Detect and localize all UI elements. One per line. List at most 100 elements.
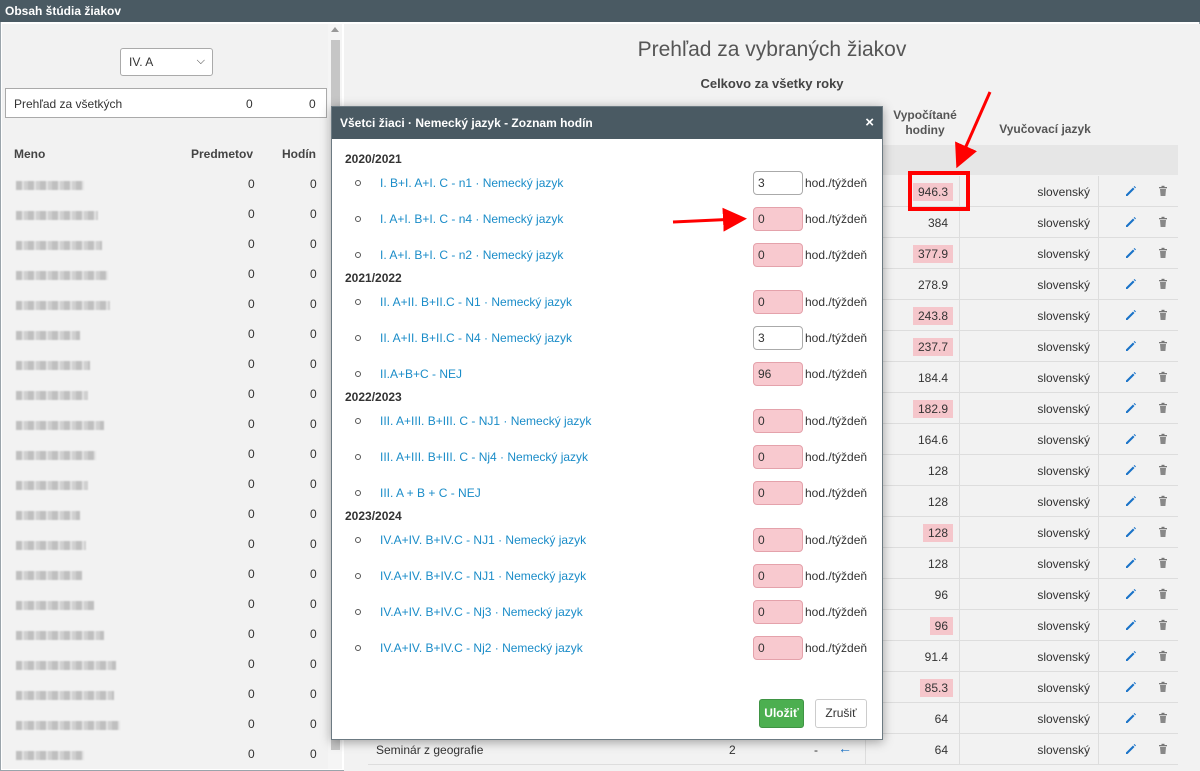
class-select[interactable]: IV. A ⌵ <box>120 48 213 76</box>
pencil-icon[interactable] <box>1124 742 1138 756</box>
pencil-icon[interactable] <box>1124 556 1138 570</box>
pencil-icon[interactable] <box>1124 618 1138 632</box>
pencil-icon[interactable] <box>1124 308 1138 322</box>
language-value: slovenský <box>1037 278 1090 292</box>
pencil-icon[interactable] <box>1124 246 1138 260</box>
hours-per-week-input[interactable] <box>753 207 803 231</box>
student-row[interactable]: 00 <box>2 350 328 380</box>
student-subjects: 0 <box>248 687 255 701</box>
pencil-icon[interactable] <box>1124 339 1138 353</box>
lesson-link[interactable]: II. A+II. B+II.C - N1 · Nemecký jazyk <box>380 295 572 309</box>
trash-icon[interactable] <box>1156 432 1170 446</box>
student-row[interactable]: 00 <box>2 500 328 530</box>
student-row[interactable]: 00 <box>2 440 328 470</box>
student-row[interactable]: 00 <box>2 410 328 440</box>
hours-per-week-input[interactable] <box>753 326 803 350</box>
pencil-icon[interactable] <box>1124 432 1138 446</box>
arrow-left-icon[interactable]: ← <box>838 740 852 756</box>
student-row[interactable]: 00 <box>2 680 328 710</box>
pencil-icon[interactable] <box>1124 649 1138 663</box>
trash-icon[interactable] <box>1156 339 1170 353</box>
lesson-link[interactable]: I. B+I. A+I. C - n1 · Nemecký jazyk <box>380 176 563 190</box>
lesson-link[interactable]: I. A+I. B+I. C - n2 · Nemecký jazyk <box>380 248 563 262</box>
trash-icon[interactable] <box>1156 308 1170 322</box>
lesson-link[interactable]: IV.A+IV. B+IV.C - Nj2 · Nemecký jazyk <box>380 641 583 655</box>
pencil-icon[interactable] <box>1124 184 1138 198</box>
pencil-icon[interactable] <box>1124 215 1138 229</box>
trash-icon[interactable] <box>1156 742 1170 756</box>
cancel-button[interactable]: Zrušiť <box>815 699 867 728</box>
lesson-link[interactable]: I. A+I. B+I. C - n4 · Nemecký jazyk <box>380 212 563 226</box>
hours-per-week-input[interactable] <box>753 290 803 314</box>
hours-per-week-input[interactable] <box>753 362 803 386</box>
trash-icon[interactable] <box>1156 184 1170 198</box>
lesson-link[interactable]: II. A+II. B+II.C - N4 · Nemecký jazyk <box>380 331 572 345</box>
trash-icon[interactable] <box>1156 711 1170 725</box>
trash-icon[interactable] <box>1156 525 1170 539</box>
student-row[interactable]: 00 <box>2 200 328 230</box>
hours-per-week-input[interactable] <box>753 445 803 469</box>
student-name-redacted <box>16 241 102 250</box>
trash-icon[interactable] <box>1156 556 1170 570</box>
trash-icon[interactable] <box>1156 215 1170 229</box>
pencil-icon[interactable] <box>1124 370 1138 384</box>
computed-hours-value: 85.3 <box>919 679 953 697</box>
pencil-icon[interactable] <box>1124 711 1138 725</box>
hours-per-week-input[interactable] <box>753 171 803 195</box>
lesson-link[interactable]: IV.A+IV. B+IV.C - NJ1 · Nemecký jazyk <box>380 533 586 547</box>
student-row[interactable]: 00 <box>2 470 328 500</box>
hours-per-week-input[interactable] <box>753 243 803 267</box>
student-name-redacted <box>16 451 96 460</box>
student-row[interactable]: 00 <box>2 590 328 620</box>
language-value: slovenský <box>1037 495 1090 509</box>
student-row[interactable]: 00 <box>2 290 328 320</box>
pencil-icon[interactable] <box>1124 525 1138 539</box>
trash-icon[interactable] <box>1156 370 1170 384</box>
scroll-up-arrow-icon[interactable] <box>331 27 339 32</box>
pencil-icon[interactable] <box>1124 401 1138 415</box>
trash-icon[interactable] <box>1156 463 1170 477</box>
trash-icon[interactable] <box>1156 680 1170 694</box>
student-row[interactable]: 00 <box>2 380 328 410</box>
pencil-icon[interactable] <box>1124 587 1138 601</box>
save-button[interactable]: Uložiť <box>759 699 804 728</box>
student-row[interactable]: 00 <box>2 560 328 590</box>
close-icon[interactable]: × <box>865 107 874 139</box>
lesson-link[interactable]: IV.A+IV. B+IV.C - Nj3 · Nemecký jazyk <box>380 605 583 619</box>
lesson-link[interactable]: III. A + B + C - NEJ <box>380 486 481 500</box>
student-row[interactable]: 00 <box>2 170 328 200</box>
hours-per-week-input[interactable] <box>753 564 803 588</box>
summary-all-row[interactable]: Prehľad za všetkých 0 0 <box>5 88 327 118</box>
hours-per-week-input[interactable] <box>753 528 803 552</box>
hours-per-week-input[interactable] <box>753 481 803 505</box>
pencil-icon[interactable] <box>1124 494 1138 508</box>
hours-per-week-input[interactable] <box>753 636 803 660</box>
trash-icon[interactable] <box>1156 401 1170 415</box>
pencil-icon[interactable] <box>1124 680 1138 694</box>
student-hours: 0 <box>310 747 317 761</box>
trash-icon[interactable] <box>1156 246 1170 260</box>
student-row[interactable]: 00 <box>2 230 328 260</box>
trash-icon[interactable] <box>1156 618 1170 632</box>
student-name-redacted <box>16 571 82 580</box>
bullet-icon <box>355 252 361 258</box>
trash-icon[interactable] <box>1156 494 1170 508</box>
student-row[interactable]: 00 <box>2 260 328 290</box>
trash-icon[interactable] <box>1156 649 1170 663</box>
hours-per-week-input[interactable] <box>753 600 803 624</box>
student-row[interactable]: 00 <box>2 320 328 350</box>
lesson-link[interactable]: III. A+III. B+III. C - Nj4 · Nemecký jaz… <box>380 450 588 464</box>
pencil-icon[interactable] <box>1124 277 1138 291</box>
student-row[interactable]: 00 <box>2 740 328 770</box>
lesson-link[interactable]: IV.A+IV. B+IV.C - NJ1 · Nemecký jazyk <box>380 569 586 583</box>
hours-per-week-input[interactable] <box>753 409 803 433</box>
trash-icon[interactable] <box>1156 587 1170 601</box>
student-row[interactable]: 00 <box>2 620 328 650</box>
student-row[interactable]: 00 <box>2 530 328 560</box>
lesson-link[interactable]: II.A+B+C - NEJ <box>380 367 462 381</box>
student-row[interactable]: 00 <box>2 650 328 680</box>
trash-icon[interactable] <box>1156 277 1170 291</box>
student-row[interactable]: 00 <box>2 710 328 740</box>
pencil-icon[interactable] <box>1124 463 1138 477</box>
lesson-link[interactable]: III. A+III. B+III. C - NJ1 · Nemecký jaz… <box>380 414 591 428</box>
